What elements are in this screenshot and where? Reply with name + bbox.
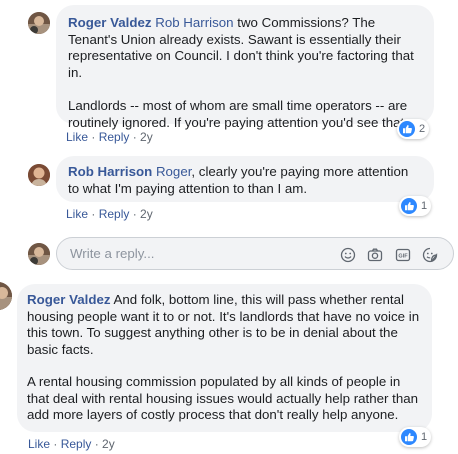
like-link[interactable]: Like [66, 207, 88, 221]
comment-bubble: Roger Valdez Rob Harrison two Commission… [56, 5, 434, 130]
comment-actions: Like · Reply · 2y [28, 437, 115, 451]
camera-icon[interactable] [367, 247, 383, 263]
avatar-photo [0, 282, 12, 310]
comment-author[interactable]: Rob Harrison [68, 164, 152, 179]
comment-author[interactable]: Roger Valdez [27, 292, 111, 307]
reaction-number: 2 [419, 123, 426, 135]
comment-actions: Like · Reply · 2y [66, 207, 153, 221]
avatar-photo [28, 243, 50, 265]
reaction-count[interactable]: 2 [397, 119, 430, 139]
comment-paragraph: Landlords -- most of whom are small time… [68, 98, 408, 130]
comment-text: Rob Harrison Roger, clearly you're payin… [68, 164, 422, 197]
reply-link[interactable]: Reply [61, 437, 92, 451]
reply-link[interactable]: Reply [99, 130, 130, 144]
reaction-count[interactable]: 1 [399, 196, 432, 216]
current-user-avatar [28, 243, 50, 265]
sticker-icon[interactable] [422, 247, 438, 263]
reply-placeholder: Write a reply... [70, 246, 155, 261]
gif-icon[interactable]: GIF [395, 247, 411, 263]
comment-text: Roger Valdez And folk, bottom line, this… [27, 292, 422, 358]
comment-author[interactable]: Roger Valdez [68, 15, 152, 30]
avatar[interactable] [0, 282, 12, 310]
comment-text: Roger Valdez Rob Harrison two Commission… [68, 15, 422, 81]
avatar[interactable] [28, 12, 50, 34]
timestamp[interactable]: 2y [102, 437, 115, 451]
like-reaction-icon [399, 121, 415, 137]
svg-text:GIF: GIF [398, 254, 408, 260]
mention-link[interactable]: Roger [156, 164, 191, 179]
comment-paragraph: A rental housing commission populated by… [27, 374, 419, 422]
avatar-photo [28, 164, 50, 186]
comment-bubble: Rob Harrison Roger, clearly you're payin… [56, 156, 434, 202]
timestamp[interactable]: 2y [140, 207, 153, 221]
like-reaction-icon [401, 198, 417, 214]
reaction-number: 1 [421, 200, 428, 212]
reply-link[interactable]: Reply [99, 207, 130, 221]
comment-bubble: Roger Valdez And folk, bottom line, this… [17, 284, 432, 432]
like-link[interactable]: Like [28, 437, 50, 451]
emoji-icon[interactable] [340, 247, 356, 263]
reaction-number: 1 [421, 431, 428, 443]
like-reaction-icon [401, 429, 417, 445]
avatar[interactable] [28, 164, 50, 186]
timestamp[interactable]: 2y [140, 130, 153, 144]
reply-input[interactable]: Write a reply... GIF [56, 237, 454, 270]
like-link[interactable]: Like [66, 130, 88, 144]
reaction-count[interactable]: 1 [399, 427, 432, 447]
comment-actions: Like · Reply · 2y [66, 130, 153, 144]
mention-link[interactable]: Rob Harrison [155, 15, 233, 30]
avatar-photo [28, 12, 50, 34]
